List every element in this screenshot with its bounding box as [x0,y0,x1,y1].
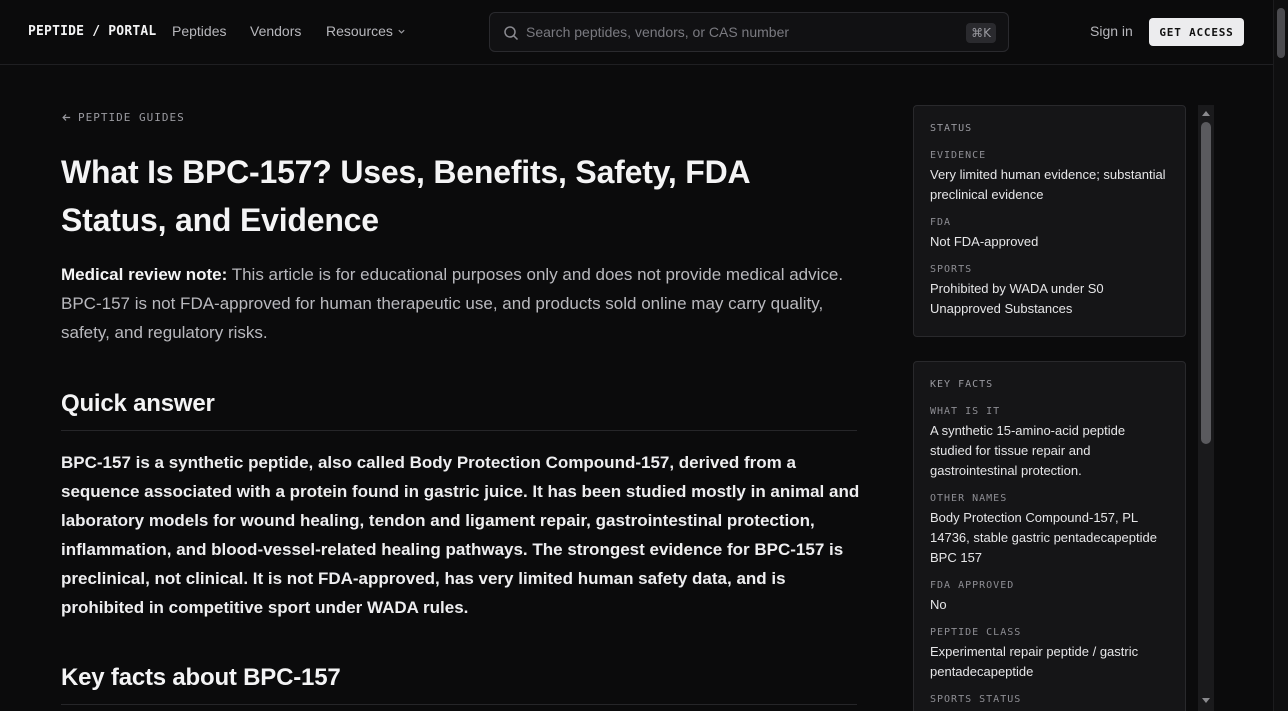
key-facts-heading: Key facts about BPC-157 [61,664,857,705]
get-access-button[interactable]: GET ACCESS [1149,18,1244,46]
search-bar[interactable]: ⌘K [489,12,1009,52]
nav-resources[interactable]: Resources [326,23,406,39]
key-facts-card: KEY FACTS WHAT IS IT A synthetic 15-amin… [913,361,1186,711]
search-shortcut-badge: ⌘K [966,23,996,43]
sidebar-scrollbar-thumb[interactable] [1201,122,1211,444]
status-card-heading: STATUS [930,123,973,134]
arrow-left-icon [62,114,71,121]
search-input[interactable] [526,13,946,51]
status-evidence-value: Very limited human evidence; substantial… [930,167,1166,202]
nav-peptides[interactable]: Peptides [172,23,226,39]
medical-review-note: Medical review note: This article is for… [61,260,851,347]
page-title: What Is BPC-157? Uses, Benefits, Safety,… [61,154,750,238]
status-evidence-label: EVIDENCE [930,150,987,161]
site-logo[interactable]: PEPTIDE / PORTAL [28,24,156,39]
fact-other-names-value: Body Protection Compound-157, PL 14736, … [930,510,1157,565]
top-navbar: PEPTIDE / PORTAL Peptides Vendors Resour… [0,0,1273,65]
quick-answer-heading: Quick answer [61,390,857,431]
sidebar-scrollbar[interactable] [1198,105,1214,711]
status-card: STATUS EVIDENCE Very limited human evide… [913,105,1186,337]
back-link-label: PEPTIDE GUIDES [78,111,185,124]
status-sports-value: Prohibited by WADA under S0 Unapproved S… [930,281,1104,316]
scroll-up-arrow-icon[interactable] [1201,109,1211,117]
fact-sports-status-label: SPORTS STATUS [930,694,1022,705]
status-fda-label: FDA [930,217,952,228]
review-note-label: Medical review note: [61,265,228,284]
page-scrollbar-thumb[interactable] [1277,8,1285,58]
sign-in-link[interactable]: Sign in [1090,23,1133,39]
status-sports-label: SPORTS [930,264,973,275]
fact-fda-approved-value: No [930,597,947,612]
chevron-down-icon [398,29,405,34]
fact-what-is-it-value: A synthetic 15-amino-acid peptide studie… [930,423,1126,478]
nav-resources-label: Resources [326,23,393,39]
fact-other-names-label: OTHER NAMES [930,493,1008,504]
fact-peptide-class-label: PEPTIDE CLASS [930,627,1022,638]
search-icon [504,26,519,41]
page-scrollbar[interactable] [1273,0,1288,711]
key-facts-card-heading: KEY FACTS [930,379,994,390]
back-to-guides-link[interactable]: PEPTIDE GUIDES [61,111,185,124]
quick-answer-text: BPC-157 is a synthetic peptide, also cal… [61,453,860,617]
fact-peptide-class-value: Experimental repair peptide / gastric pe… [930,644,1139,679]
nav-vendors[interactable]: Vendors [250,23,301,39]
status-fda-value: Not FDA-approved [930,234,1039,249]
fact-what-is-it-label: WHAT IS IT [930,406,1001,417]
scroll-down-arrow-icon[interactable] [1201,697,1211,705]
fact-fda-approved-label: FDA APPROVED [930,580,1015,591]
